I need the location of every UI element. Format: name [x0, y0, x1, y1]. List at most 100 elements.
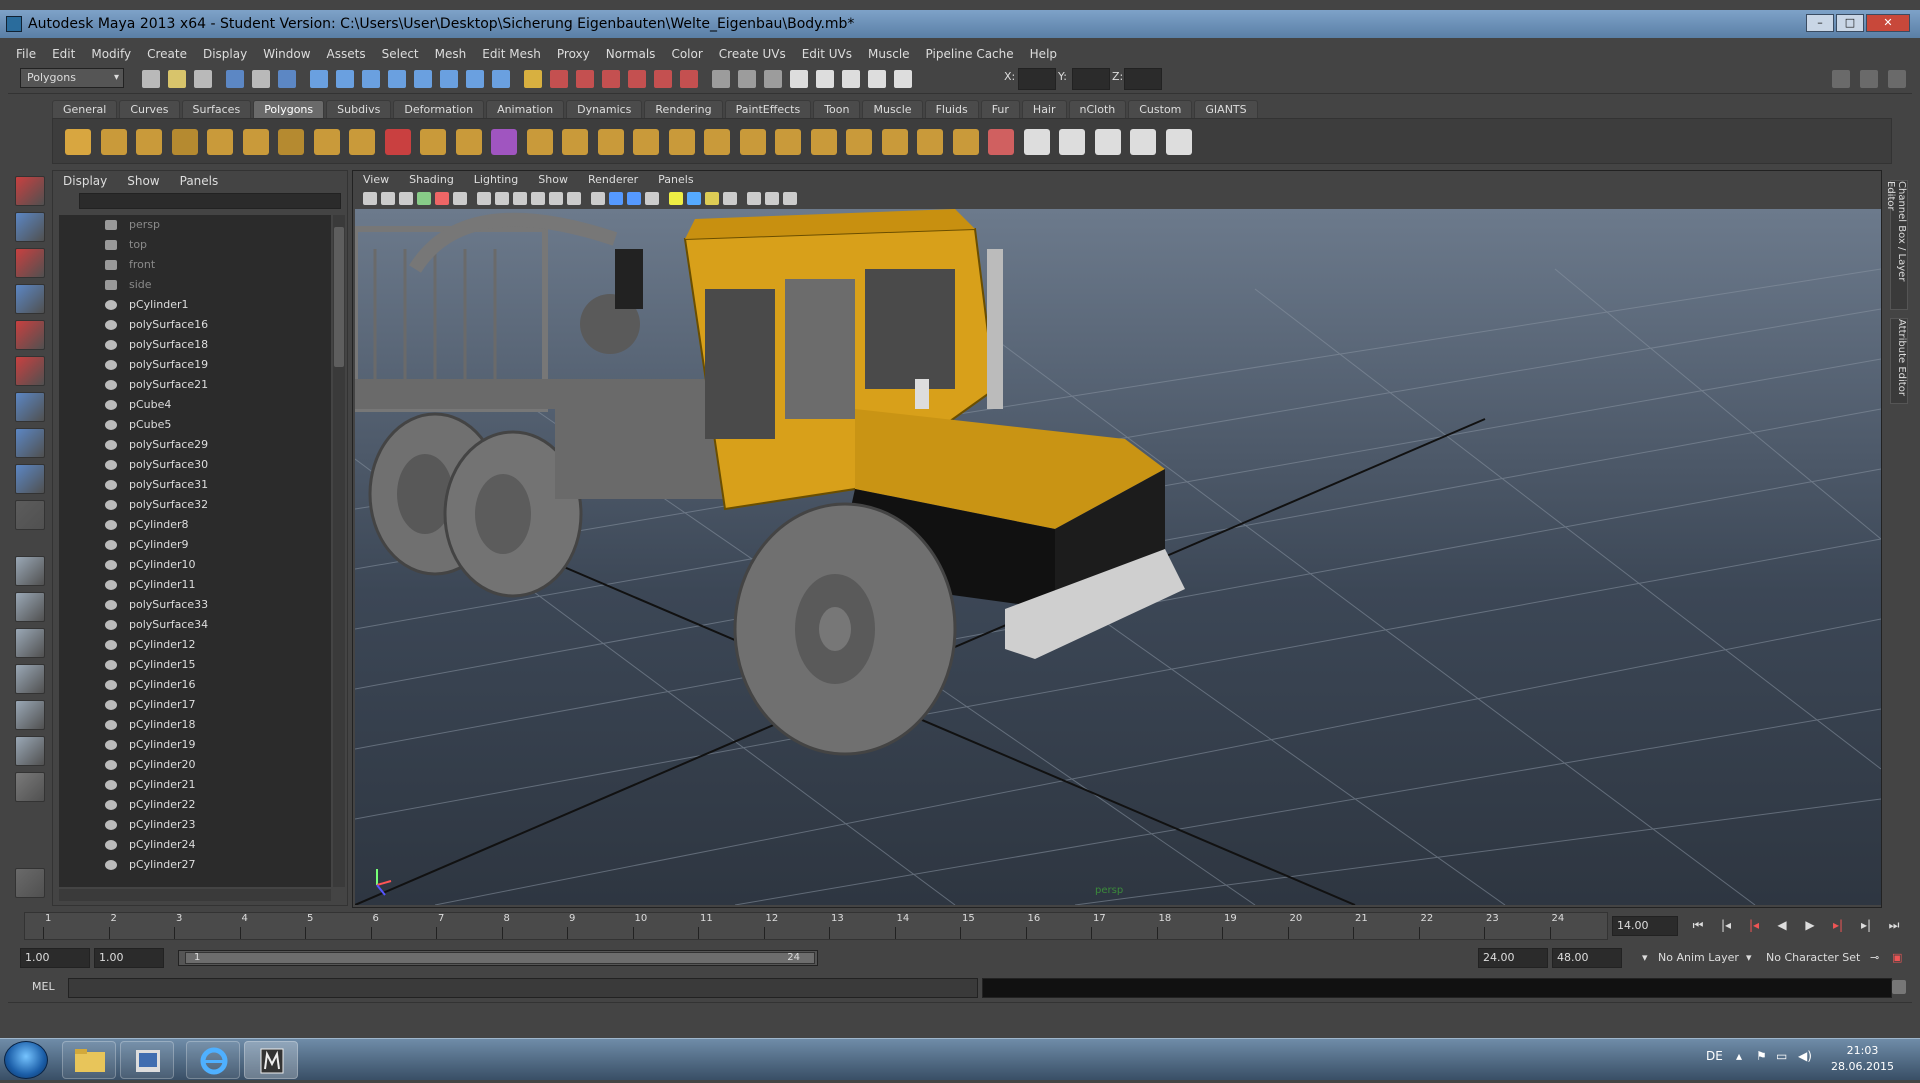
- outliner-menu-show[interactable]: Show: [117, 171, 169, 191]
- merge-vertices-icon[interactable]: [775, 129, 801, 155]
- select-by-object-icon[interactable]: [252, 70, 270, 88]
- grid-icon[interactable]: [435, 192, 449, 205]
- giants-tool-icon[interactable]: [1094, 129, 1121, 155]
- outliner-item[interactable]: pCube5: [59, 415, 331, 435]
- outliner-item[interactable]: polySurface16: [59, 315, 331, 335]
- append-icon[interactable]: [633, 129, 659, 155]
- select-camera-icon[interactable]: [363, 192, 377, 205]
- outliner-item[interactable]: top: [59, 235, 331, 255]
- shelf-tab-fluids[interactable]: Fluids: [924, 100, 979, 118]
- explorer-taskbar-icon[interactable]: [62, 1041, 116, 1079]
- outliner-vertical-scrollbar[interactable]: [333, 215, 345, 887]
- menu-select[interactable]: Select: [374, 44, 427, 64]
- show-hidden-icons-icon[interactable]: ▴: [1736, 1049, 1742, 1063]
- play-forward-button[interactable]: ▶: [1800, 918, 1820, 936]
- character-set-dropdown[interactable]: No Character Set: [1758, 948, 1860, 968]
- poly-cylinder-icon[interactable]: [136, 129, 162, 155]
- play-backward-button[interactable]: ◀: [1772, 918, 1792, 936]
- outliner-item[interactable]: polySurface33: [59, 595, 331, 615]
- outliner-item[interactable]: polySurface18: [59, 335, 331, 355]
- outliner-item[interactable]: polySurface32: [59, 495, 331, 515]
- minimize-button[interactable]: –: [1806, 14, 1834, 32]
- current-frame-field[interactable]: 14.00: [1612, 916, 1678, 936]
- shelf-tab-hair[interactable]: Hair: [1021, 100, 1067, 118]
- insert-edge-loop-icon[interactable]: [704, 129, 730, 155]
- triangulate-icon[interactable]: [846, 129, 872, 155]
- step-back-key-button[interactable]: |◂: [1716, 918, 1736, 936]
- close-button[interactable]: ✕: [1866, 14, 1910, 32]
- menu-display[interactable]: Display: [195, 44, 255, 64]
- outliner-item[interactable]: polySurface34: [59, 615, 331, 635]
- frame-icon[interactable]: [790, 70, 808, 88]
- menu-pipeline-cache[interactable]: Pipeline Cache: [918, 44, 1022, 64]
- outliner-item[interactable]: pCylinder18: [59, 715, 331, 735]
- network-icon[interactable]: ▭: [1776, 1049, 1787, 1063]
- camera-lock-icon[interactable]: [765, 192, 779, 205]
- all-lights-icon[interactable]: [687, 192, 701, 205]
- soft-mod-tool-icon[interactable]: [15, 428, 45, 458]
- menu-modify[interactable]: Modify: [83, 44, 139, 64]
- outliner-item[interactable]: pCylinder12: [59, 635, 331, 655]
- menu-create[interactable]: Create: [139, 44, 195, 64]
- viewport-menu-show[interactable]: Show: [528, 171, 578, 189]
- extract-icon[interactable]: [455, 129, 482, 155]
- custom-layout-icon[interactable]: [15, 772, 45, 802]
- bookmark-icon[interactable]: [399, 192, 413, 205]
- viewport-menu-lighting[interactable]: Lighting: [464, 171, 528, 189]
- toggle-tool-settings-icon[interactable]: [1860, 70, 1878, 88]
- menu-muscle[interactable]: Muscle: [860, 44, 918, 64]
- ipr-render-icon[interactable]: [576, 70, 594, 88]
- shelf-tab-muscle[interactable]: Muscle: [862, 100, 923, 118]
- poly-sphere-icon[interactable]: [65, 129, 91, 155]
- shelf-tab-deformation[interactable]: Deformation: [393, 100, 485, 118]
- split-polygon-icon[interactable]: [668, 129, 695, 155]
- animation-end-field[interactable]: 48.00: [1552, 948, 1622, 968]
- outliner-item[interactable]: pCylinder21: [59, 775, 331, 795]
- outliner-item[interactable]: pCylinder22: [59, 795, 331, 815]
- render-current-frame-icon[interactable]: [550, 70, 568, 88]
- outliner-item[interactable]: polySurface31: [59, 475, 331, 495]
- shelf-tab-curves[interactable]: Curves: [119, 100, 180, 118]
- lock-icon[interactable]: [524, 70, 542, 88]
- toggle-attribute-editor-icon[interactable]: [1832, 70, 1850, 88]
- smooth-shade-icon[interactable]: [591, 192, 605, 205]
- rotate-tool-icon[interactable]: [15, 320, 45, 350]
- action-center-flag-icon[interactable]: ⚑: [1756, 1049, 1767, 1063]
- shelf-tab-painteffects[interactable]: PaintEffects: [724, 100, 812, 118]
- outliner-item[interactable]: pCylinder19: [59, 735, 331, 755]
- giants-export-icon[interactable]: [1023, 129, 1050, 155]
- attribute-editor-tab[interactable]: Attribute Editor: [1890, 318, 1908, 404]
- lasso-tool-icon[interactable]: [15, 212, 45, 242]
- giants-checker-icon[interactable]: [1165, 129, 1192, 155]
- scale-tool-icon[interactable]: [15, 356, 45, 386]
- combine-icon[interactable]: [384, 129, 411, 155]
- script-editor-icon[interactable]: [1892, 980, 1906, 994]
- outliner-item[interactable]: pCylinder20: [59, 755, 331, 775]
- outliner-item[interactable]: pCylinder9: [59, 535, 331, 555]
- menu-color[interactable]: Color: [663, 44, 710, 64]
- scrollbar-thumb[interactable]: [334, 227, 344, 367]
- menu-window[interactable]: Window: [255, 44, 318, 64]
- isolate-select-icon[interactable]: [723, 192, 737, 205]
- outliner-item[interactable]: persp: [59, 215, 331, 235]
- shelf-tab-subdivs[interactable]: Subdivs: [326, 100, 392, 118]
- photo-viewer-taskbar-icon[interactable]: [120, 1041, 174, 1079]
- maya-logo-icon[interactable]: [15, 868, 45, 898]
- menu-assets[interactable]: Assets: [319, 44, 374, 64]
- cleanup-icon[interactable]: [952, 129, 979, 155]
- shelf-tab-surfaces[interactable]: Surfaces: [181, 100, 252, 118]
- shade-all-icon[interactable]: [627, 192, 641, 205]
- render-settings-icon[interactable]: [602, 70, 620, 88]
- open-scene-icon[interactable]: [168, 70, 186, 88]
- auto-key-icon[interactable]: ▣: [1892, 948, 1902, 968]
- system-clock[interactable]: 21:03 28.06.2015: [1831, 1043, 1894, 1075]
- hypershade-icon[interactable]: [628, 70, 646, 88]
- poly-pipe-icon[interactable]: [313, 129, 340, 155]
- bevel-icon[interactable]: [526, 129, 553, 155]
- go-to-start-button[interactable]: ⏮: [1688, 918, 1708, 936]
- fill-hole-icon[interactable]: [810, 129, 837, 155]
- outliner-menu-display[interactable]: Display: [53, 171, 117, 191]
- output-ops-icon[interactable]: [738, 70, 756, 88]
- range-slider-bar[interactable]: 1 24: [178, 950, 818, 966]
- outliner-item[interactable]: pCylinder17: [59, 695, 331, 715]
